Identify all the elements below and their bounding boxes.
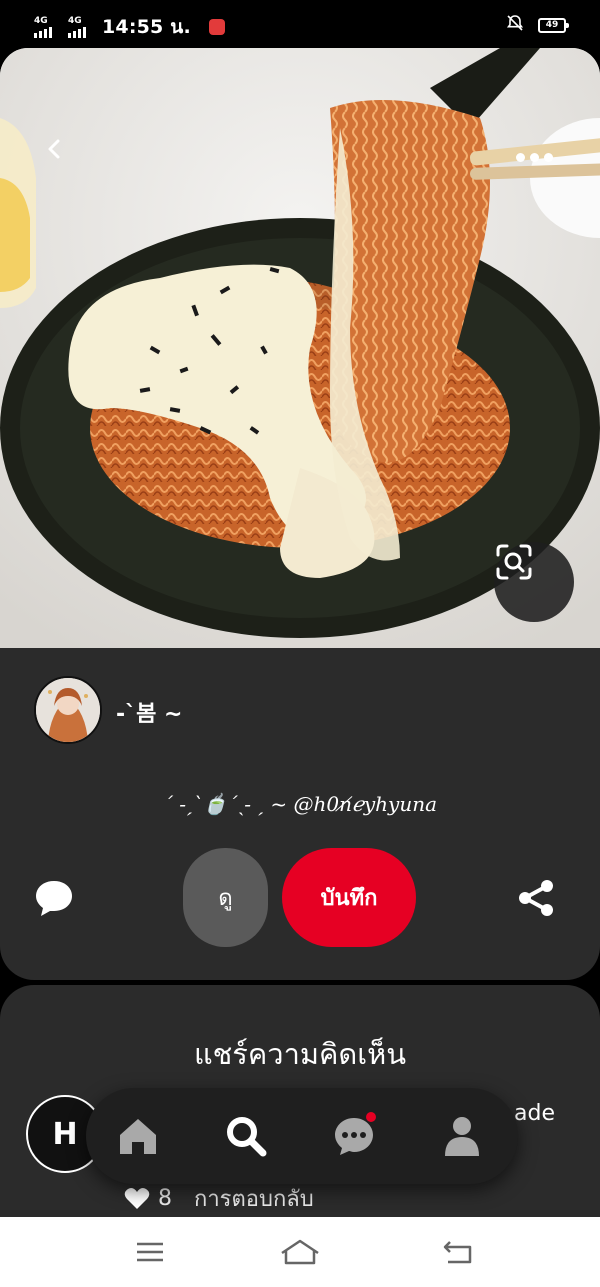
- nav-home[interactable]: [112, 1110, 164, 1162]
- nav-profile[interactable]: [436, 1110, 488, 1162]
- pin-image[interactable]: [0, 48, 600, 648]
- comments-title: แชร์ความคิดเห็น: [193, 1037, 407, 1071]
- nav-search[interactable]: [220, 1110, 272, 1162]
- system-nav-bar: [0, 1217, 600, 1287]
- share-button[interactable]: [512, 874, 560, 922]
- visual-search-icon: [496, 544, 532, 580]
- home-outline-icon: [281, 1239, 319, 1265]
- signal-icon: 4G: [68, 16, 94, 38]
- status-right: 49: [506, 14, 569, 36]
- back-arrow-icon: [48, 139, 60, 159]
- app-notification-icon: [208, 19, 225, 35]
- author-avatar[interactable]: [34, 676, 102, 744]
- nav-messages[interactable]: [328, 1110, 380, 1162]
- search-icon: [227, 1117, 267, 1157]
- menu-icon: [137, 1242, 163, 1262]
- home-button[interactable]: [280, 1237, 320, 1267]
- comment-actions: 8 การตอบกลับ: [124, 1181, 314, 1216]
- status-bar: 4G 4G 14:55 น. 49: [0, 0, 600, 48]
- signal-icon: 4G: [34, 16, 60, 38]
- more-dots-icon: [515, 152, 525, 162]
- notification-dot: [366, 1112, 376, 1122]
- view-button[interactable]: ดู: [183, 848, 268, 947]
- pin-caption: ˊ -ˏˋ🍵ˊˎ- ˏ ~ @h0n̸ℯyhyuna: [162, 792, 438, 816]
- back-system-icon: [443, 1241, 472, 1264]
- bottom-nav: [86, 1088, 518, 1184]
- status-left: 4G 4G 14:55 น.: [34, 12, 225, 42]
- save-button[interactable]: บันทึก: [282, 848, 416, 947]
- back-system-button[interactable]: [438, 1237, 478, 1267]
- home-icon: [120, 1119, 156, 1154]
- heart-icon[interactable]: [124, 1187, 150, 1211]
- network-type-label: 4G: [34, 16, 48, 26]
- alarm-off-icon: [506, 14, 524, 36]
- profile-icon: [445, 1117, 479, 1156]
- clock: 14:55 น.: [102, 16, 191, 38]
- visual-search-button[interactable]: [494, 542, 574, 622]
- author-name[interactable]: -ˋ봄 ~: [116, 696, 182, 728]
- comment-text: ade: [514, 1101, 555, 1126]
- recent-apps-button[interactable]: [130, 1237, 170, 1267]
- more-options-button[interactable]: [510, 140, 558, 174]
- comment-button[interactable]: [30, 874, 78, 922]
- pin-details-panel: -ˋ봄 ~ ˊ -ˏˋ🍵ˊˎ- ˏ ~ @h0n̸ℯyhyuna ดู บันท…: [0, 648, 600, 980]
- back-button[interactable]: [44, 138, 82, 176]
- battery-icon: 49: [538, 17, 569, 33]
- comment-bubble-icon: [36, 881, 72, 916]
- network-type-label: 4G: [68, 16, 82, 26]
- like-count: 8: [158, 1186, 172, 1211]
- reply-link[interactable]: การตอบกลับ: [194, 1181, 314, 1216]
- share-icon: [519, 880, 553, 916]
